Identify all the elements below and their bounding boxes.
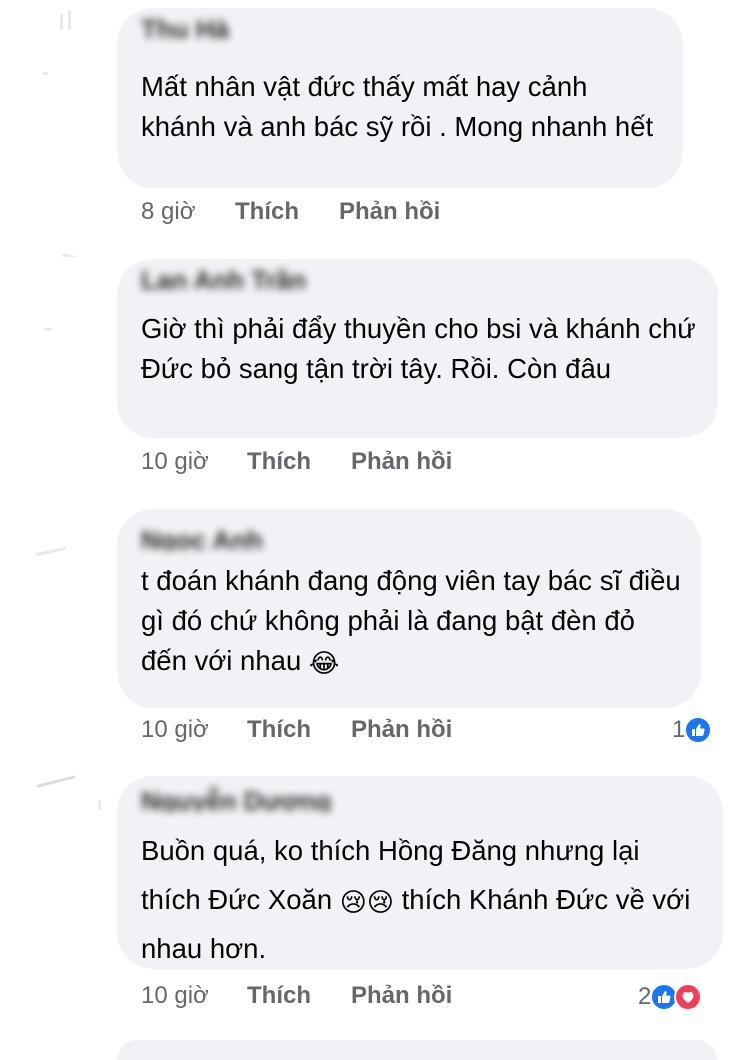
comment-time[interactable]: 10 giờ: [141, 982, 209, 1010]
comment-text: t đoán khánh đang động viên tay bác sĩ đ…: [141, 561, 683, 681]
comment-actions: 10 giờ Thích Phản hồi: [141, 448, 501, 480]
comment-text: Giờ thì phải đẩy thuyền cho bsi và khánh…: [141, 313, 696, 384]
like-link[interactable]: Thích: [247, 982, 311, 1010]
comment-text: Buồn quá, ko thích Hồng Đăng nhưng lại t…: [141, 826, 705, 973]
comment-actions: 10 giờ Thích Phản hồi: [141, 982, 501, 1014]
comment-bubble: Thu Hà Mất nhân vật đức thấy mất hay cản…: [117, 8, 683, 188]
heart-reaction-icon: [674, 983, 703, 1011]
comment-time[interactable]: 10 giờ: [141, 448, 209, 476]
comment-time[interactable]: 8 giờ: [141, 198, 195, 226]
avatar[interactable]: [22, 254, 102, 334]
reaction-count: 2: [638, 983, 652, 1010]
author-name[interactable]: Nguyễn Dương: [141, 786, 341, 812]
like-reaction-icon: [684, 716, 713, 744]
comment-bubble: Nguyễn Dương Buồn quá, ko thích Hồng Đăn…: [117, 776, 723, 969]
comment-text-content: t đoán khánh đang động viên tay bác sĩ đ…: [141, 565, 681, 676]
like-link[interactable]: Thích: [247, 716, 311, 744]
crying-emoji: 😢😢: [339, 888, 395, 918]
comment-text: Mất nhân vật đức thấy mất hay cảnh khánh…: [141, 71, 654, 142]
like-link[interactable]: Thích: [247, 448, 311, 476]
comment-actions: 8 giờ Thích Phản hồi: [141, 198, 501, 230]
comment-time[interactable]: 10 giờ: [141, 716, 209, 744]
author-name[interactable]: Ngọc Anh: [141, 525, 341, 551]
author-name[interactable]: Lan Anh Trần: [141, 265, 341, 291]
reply-link[interactable]: Phản hồi: [351, 982, 452, 1010]
comment-actions: 10 giờ Thích Phản hồi: [141, 716, 501, 748]
like-link[interactable]: Thích: [235, 198, 299, 226]
reaction-summary[interactable]: 2: [638, 982, 703, 1012]
avatar[interactable]: [22, 768, 102, 848]
reaction-summary[interactable]: 1: [672, 715, 713, 745]
avatar[interactable]: [22, 4, 102, 84]
reaction-count: 1: [672, 716, 686, 743]
avatar[interactable]: [22, 510, 102, 590]
author-name[interactable]: Thu Hà: [141, 14, 341, 40]
reply-link[interactable]: Phản hồi: [351, 716, 452, 744]
comment-bubble: Ngọc Anh t đoán khánh đang động viên tay…: [117, 509, 701, 708]
next-comment-bubble-edge: [117, 1040, 717, 1060]
reply-link[interactable]: Phản hồi: [351, 448, 452, 476]
laughing-emoji: 😂: [308, 649, 340, 679]
reply-link[interactable]: Phản hồi: [339, 198, 440, 226]
comment-bubble: Lan Anh Trần Giờ thì phải đẩy thuyền cho…: [117, 259, 718, 438]
